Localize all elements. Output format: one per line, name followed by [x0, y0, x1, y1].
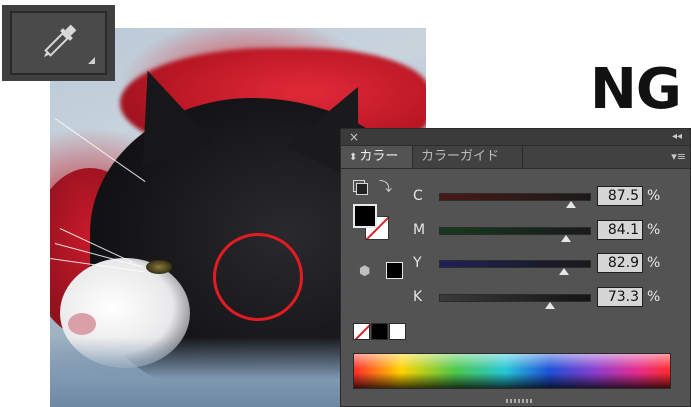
- panel-menu-icon[interactable]: ▾≡: [671, 148, 686, 166]
- slider-track-c[interactable]: [439, 193, 591, 201]
- slider-thumb-c[interactable]: [566, 201, 577, 208]
- none-slash: [354, 324, 369, 339]
- fill-swatch[interactable]: [353, 204, 377, 228]
- tab-color-guide-label: カラーガイド: [421, 149, 500, 164]
- tab-color-guide[interactable]: カラーガイド: [413, 146, 523, 168]
- tab-color[interactable]: ⬍ カラー: [341, 146, 413, 168]
- tool-submenu-corner: [88, 57, 95, 64]
- slider-label-c: C: [413, 188, 423, 204]
- eyedropper-icon: [43, 24, 77, 58]
- sample-point-circle: [213, 233, 303, 321]
- slider-label-y: Y: [413, 255, 422, 271]
- none-swatch[interactable]: [353, 323, 370, 340]
- panel-titlebar: × ◂◂: [341, 129, 690, 146]
- ng-label: NG: [590, 57, 682, 122]
- panel-tabs: ⬍ カラー カラーガイド ▾≡: [341, 146, 690, 169]
- slider-row-m: M 84.1 %: [341, 220, 690, 242]
- value-field-k[interactable]: 73.3: [597, 287, 643, 307]
- unit-k: %: [647, 289, 661, 305]
- close-icon[interactable]: ×: [349, 129, 359, 145]
- slider-row-k: K 73.3 %: [341, 287, 690, 309]
- unit-c: %: [647, 188, 661, 204]
- value-field-y[interactable]: 82.9: [597, 253, 643, 273]
- white-swatch[interactable]: [389, 323, 406, 340]
- sort-arrows-icon: ⬍: [349, 152, 358, 163]
- cat-nose: [68, 313, 96, 335]
- slider-thumb-m[interactable]: [561, 235, 572, 242]
- color-spectrum-bar[interactable]: [353, 353, 671, 389]
- slider-row-c: C 87.5 %: [341, 186, 690, 208]
- slider-thumb-y[interactable]: [559, 268, 570, 275]
- unit-m: %: [647, 222, 661, 238]
- slider-label-k: K: [413, 289, 423, 305]
- collapse-icon[interactable]: ◂◂: [672, 129, 682, 145]
- value-field-m[interactable]: 84.1: [597, 220, 643, 240]
- quick-swatches: [353, 323, 407, 340]
- resize-grip-icon[interactable]: [506, 399, 532, 403]
- cat-eye: [146, 260, 172, 274]
- value-field-c[interactable]: 87.5: [597, 186, 643, 206]
- slider-row-y: Y 82.9 %: [341, 253, 690, 275]
- slider-track-m[interactable]: [439, 227, 591, 235]
- slider-track-k[interactable]: [439, 294, 591, 302]
- tab-color-label: カラー: [359, 149, 399, 164]
- unit-y: %: [647, 255, 661, 271]
- eyedropper-tool-button[interactable]: [2, 5, 115, 81]
- black-swatch[interactable]: [371, 323, 388, 340]
- slider-label-m: M: [413, 222, 426, 238]
- tool-button-frame: [10, 11, 107, 75]
- slider-track-y[interactable]: [439, 260, 591, 268]
- color-panel: × ◂◂ ⬍ カラー カラーガイド ▾≡ ⤵ ⬢ C 87.5 % M 84.1 …: [340, 128, 691, 407]
- slider-thumb-k[interactable]: [544, 302, 555, 309]
